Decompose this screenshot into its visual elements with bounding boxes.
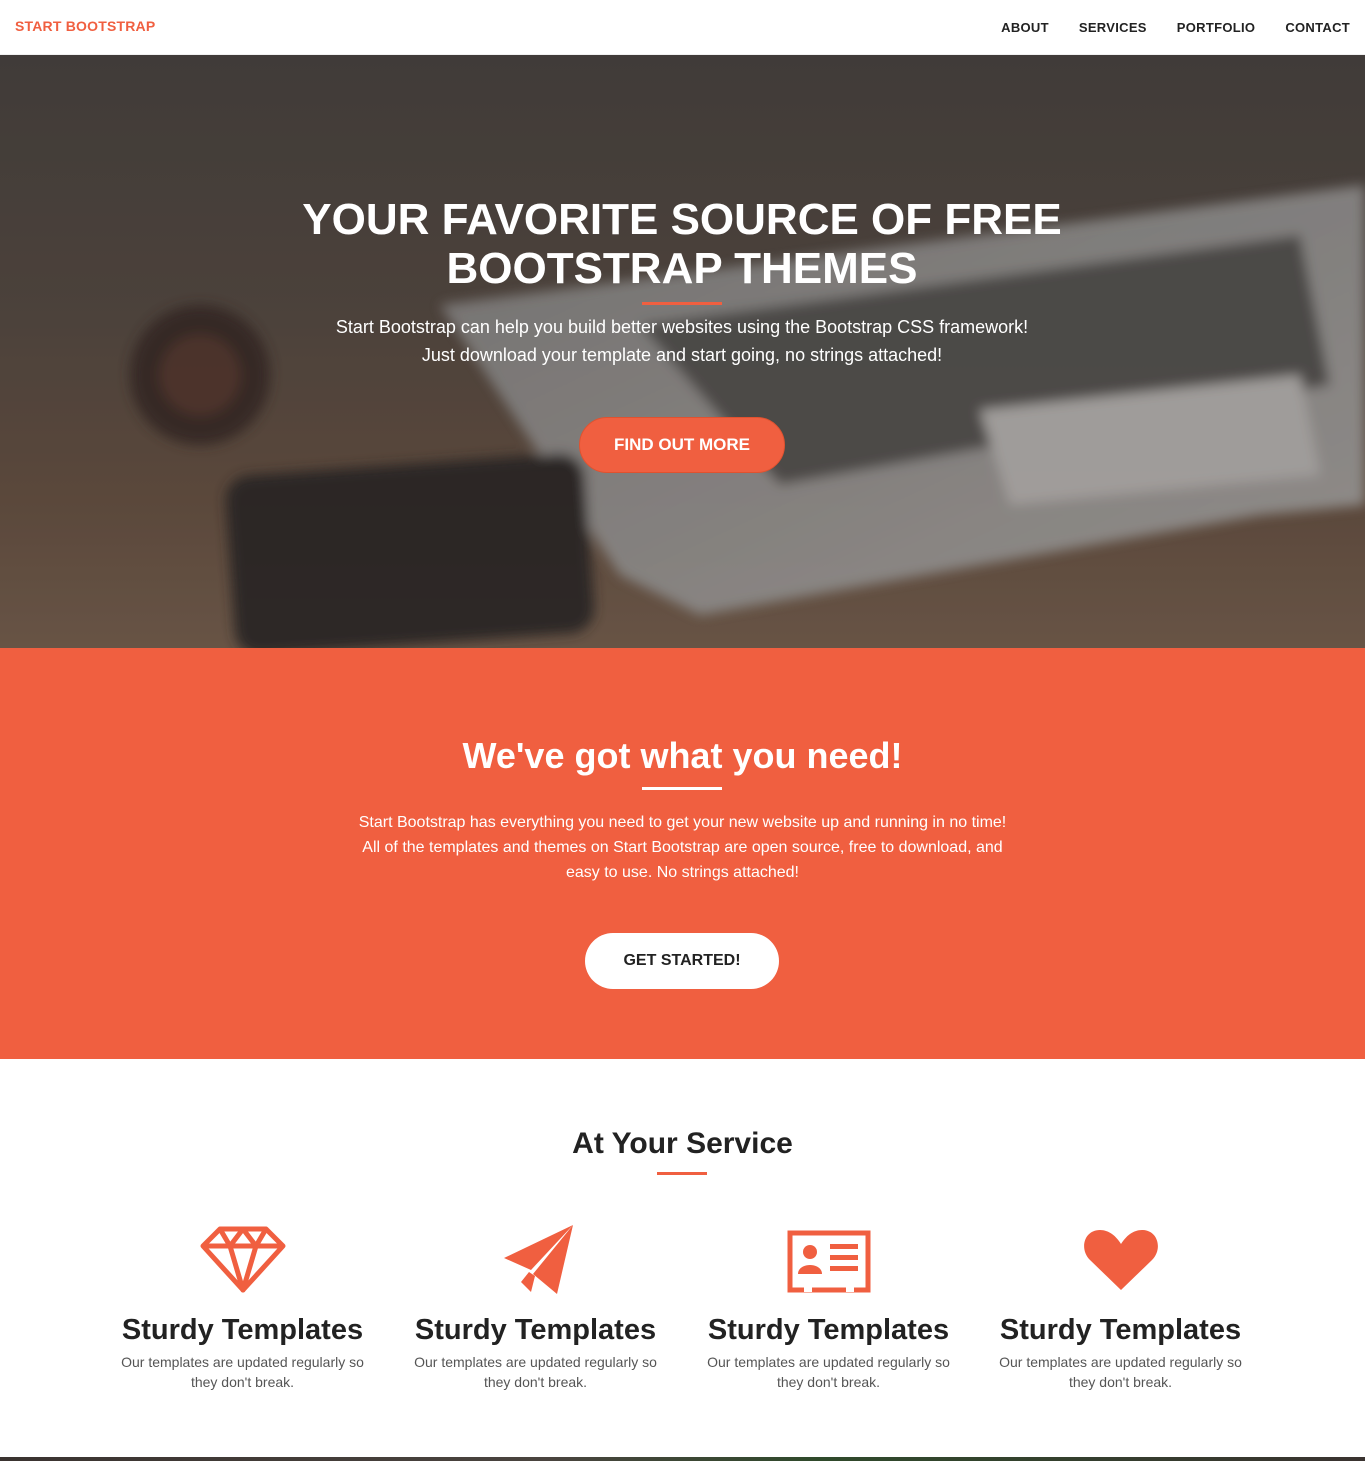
service-heading: Sturdy Templates: [121, 1314, 364, 1346]
get-started-button[interactable]: GET STARTED!: [585, 933, 779, 989]
nav-link-services[interactable]: SERVICES: [1064, 20, 1162, 35]
about-text-line: easy to use. No strings attached!: [565, 864, 799, 881]
find-out-more-button[interactable]: FIND OUT MORE: [579, 417, 785, 473]
diamond-icon: [200, 1226, 285, 1293]
service-item: Sturdy Templates Our templates are updat…: [96, 1222, 389, 1392]
hero-divider: [642, 302, 722, 305]
service-heading: Sturdy Templates: [999, 1314, 1242, 1346]
about-divider: [642, 787, 722, 790]
service-heading: Sturdy Templates: [707, 1314, 950, 1346]
service-item: Sturdy Templates Our templates are updat…: [389, 1222, 682, 1392]
service-text-line: they don't break.: [776, 1374, 881, 1390]
hero-text-line: Just download your template and start go…: [421, 345, 943, 365]
service-item: Sturdy Templates Our templates are updat…: [974, 1222, 1267, 1392]
about-section: We've got what you need! Start Bootstrap…: [0, 648, 1365, 1059]
paper-plane-icon: [503, 1225, 573, 1294]
hero-section: YOUR FAVORITE SOURCE OF FREE BOOTSTRAP T…: [0, 55, 1365, 648]
service-item: Sturdy Templates Our templates are updat…: [682, 1222, 975, 1392]
service-text-line: Our templates are updated regularly so: [999, 1354, 1242, 1370]
service-text: Our templates are updated regularly so t…: [389, 1352, 682, 1392]
service-text-line: they don't break.: [483, 1374, 588, 1390]
service-text-line: Our templates are updated regularly so: [707, 1354, 950, 1370]
portfolio-section-edge: [0, 1457, 1365, 1461]
service-text: Our templates are updated regularly so t…: [96, 1352, 389, 1392]
services-section: At Your Service Sturdy Templates Our tem…: [0, 1059, 1365, 1461]
about-text-line: All of the templates and themes on Start…: [362, 839, 1003, 856]
about-title: We've got what you need!: [462, 735, 903, 776]
hero-title: YOUR FAVORITE SOURCE OF FREE BOOTSTRAP T…: [302, 195, 1062, 293]
nav-link-about[interactable]: ABOUT: [986, 20, 1064, 35]
services-divider: [657, 1172, 707, 1175]
service-text-line: they don't break.: [1068, 1374, 1173, 1390]
service-text-line: Our templates are updated regularly so: [414, 1354, 657, 1370]
id-card-icon: [787, 1230, 870, 1293]
hero-text: Start Bootstrap can help you build bette…: [232, 313, 1132, 369]
heart-icon: [1083, 1230, 1158, 1290]
about-text: Start Bootstrap has everything you need …: [300, 810, 1065, 885]
service-text: Our templates are updated regularly so t…: [682, 1352, 975, 1392]
service-text: Our templates are updated regularly so t…: [974, 1352, 1267, 1392]
services-title: At Your Service: [572, 1127, 793, 1160]
nav-link-contact[interactable]: CONTACT: [1270, 20, 1365, 35]
navbar: START BOOTSTRAP ABOUT SERVICES PORTFOLIO…: [0, 0, 1365, 55]
hero-text-line: Start Bootstrap can help you build bette…: [335, 317, 1029, 337]
about-text-line: Start Bootstrap has everything you need …: [358, 814, 1007, 831]
service-text-line: they don't break.: [190, 1374, 295, 1390]
service-text-line: Our templates are updated regularly so: [121, 1354, 364, 1370]
nav-link-portfolio[interactable]: PORTFOLIO: [1162, 20, 1271, 35]
brand-link[interactable]: START BOOTSTRAP: [15, 18, 155, 34]
service-heading: Sturdy Templates: [414, 1314, 657, 1346]
nav-links: ABOUT SERVICES PORTFOLIO CONTACT: [986, 0, 1365, 55]
